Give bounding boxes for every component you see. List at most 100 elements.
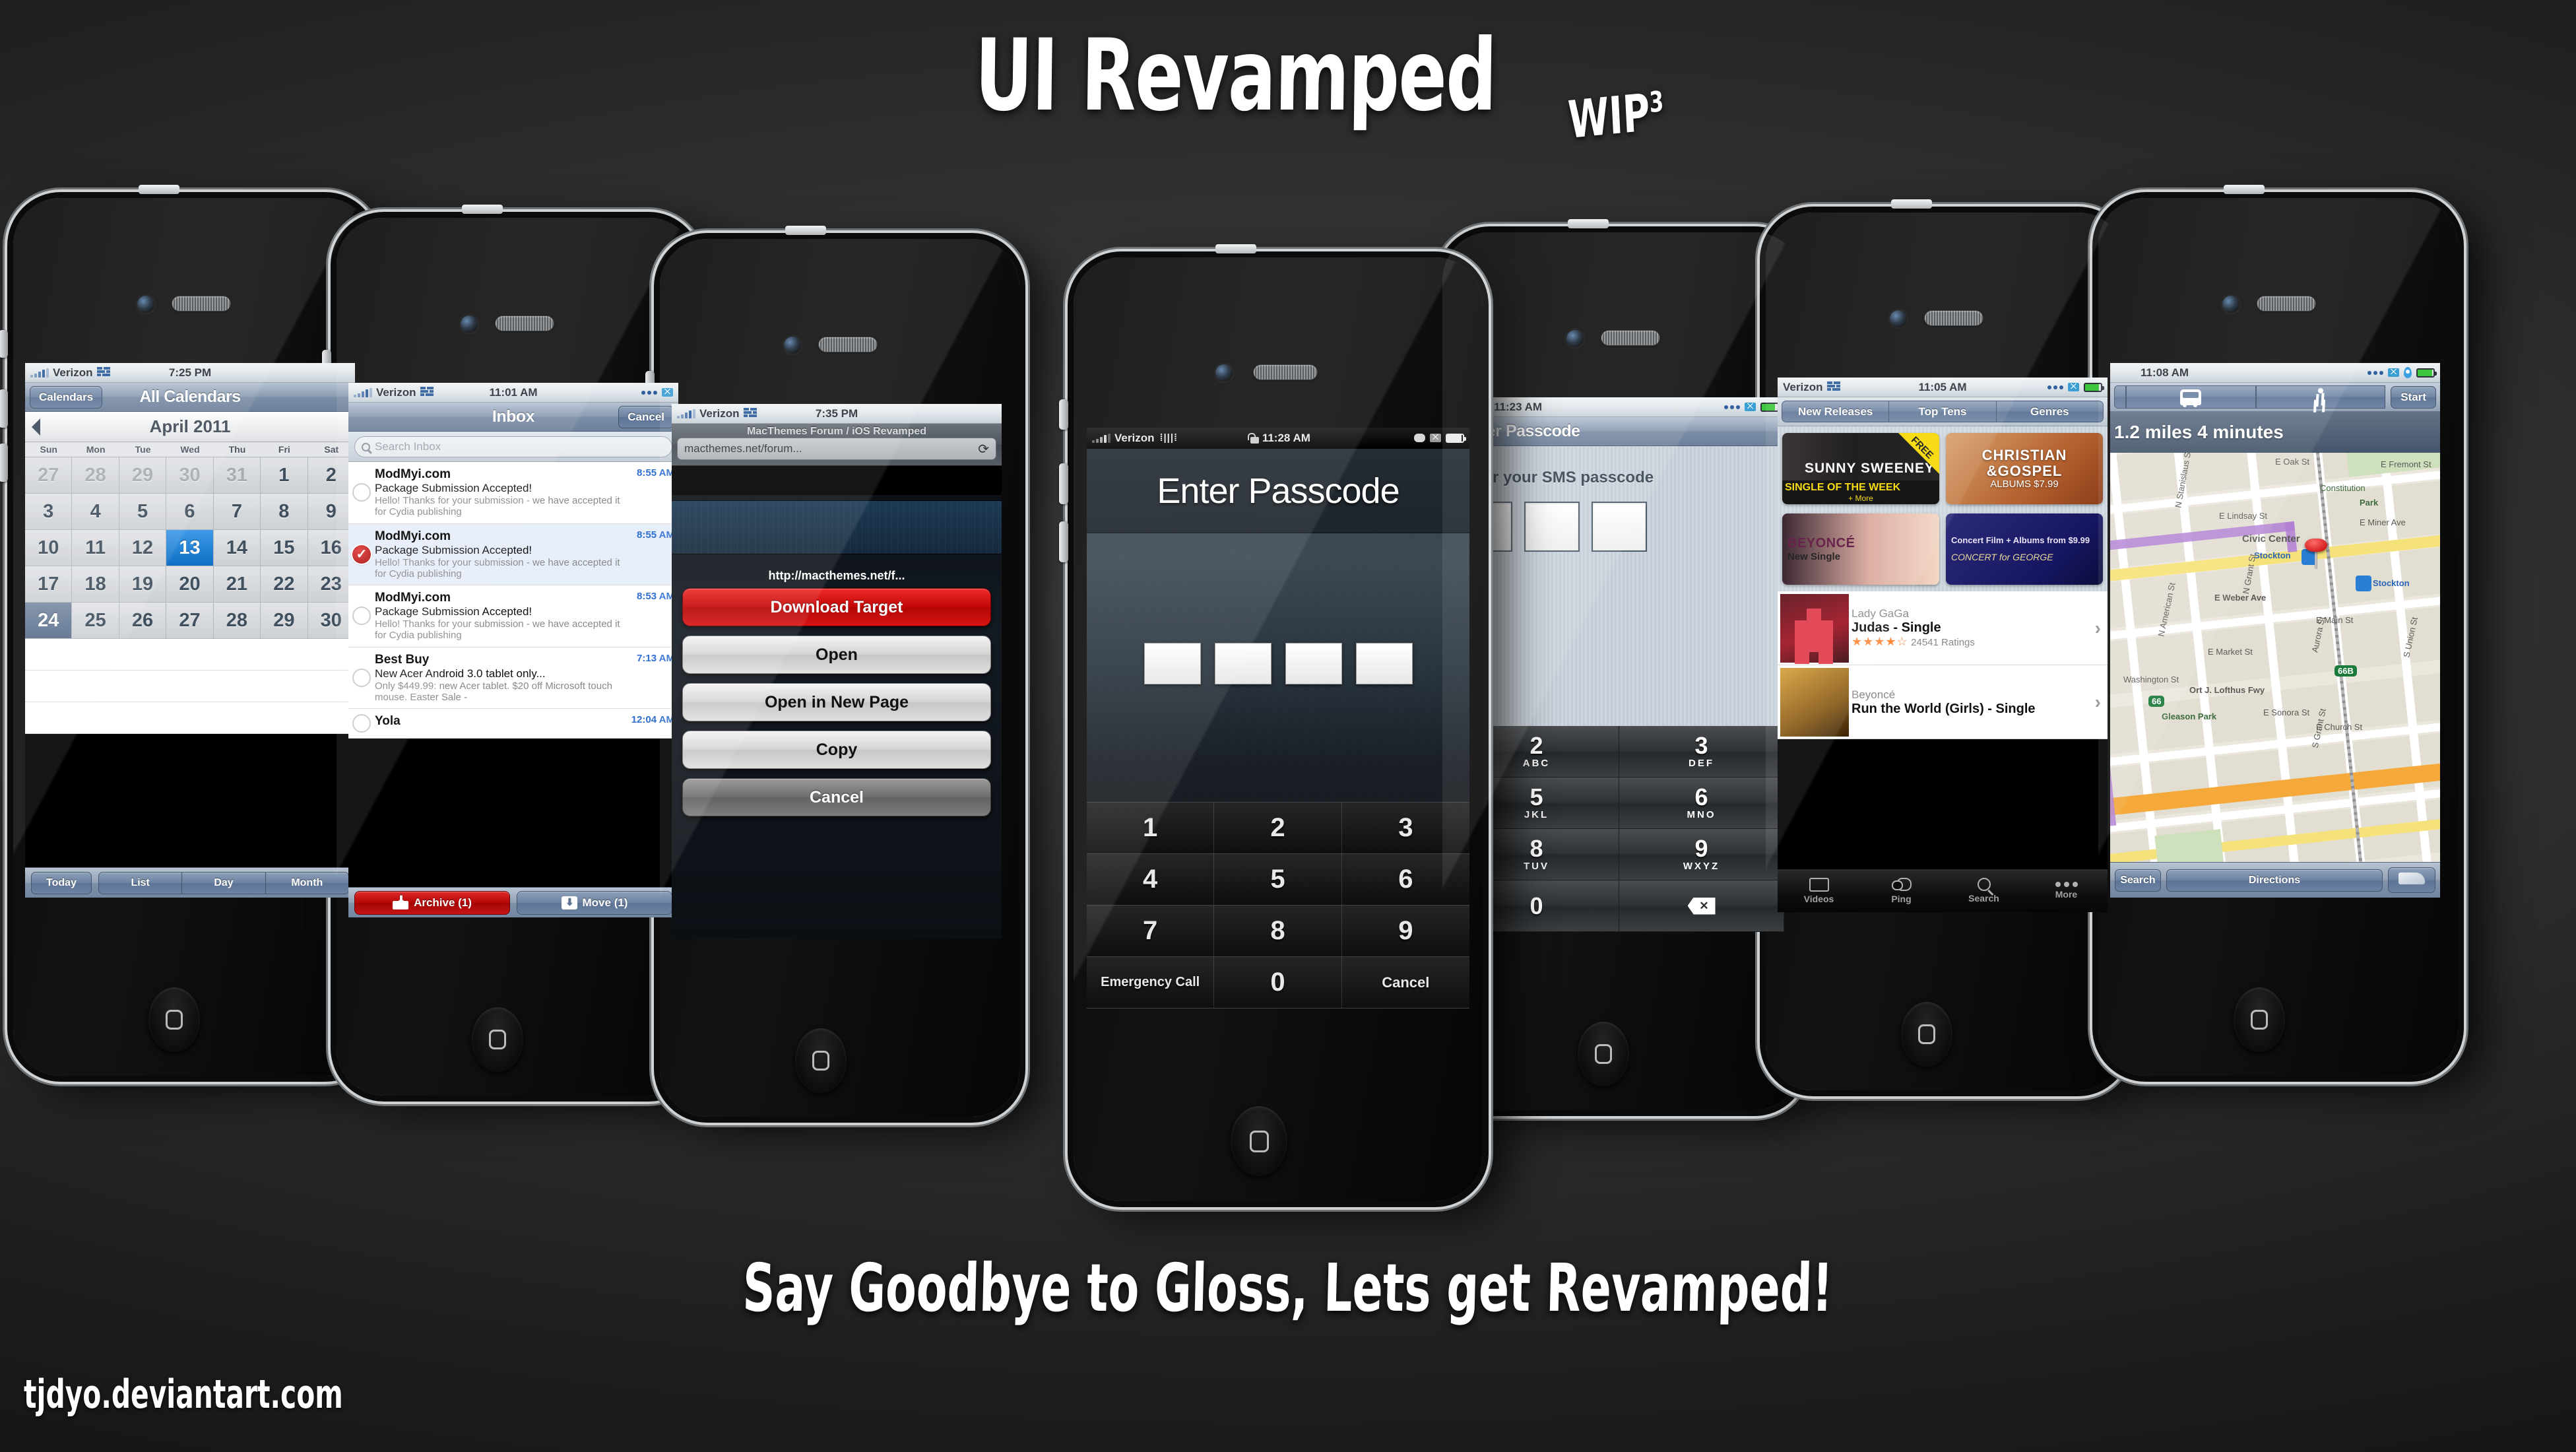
- tab-ping[interactable]: Ping: [1860, 869, 1943, 912]
- unchecked-icon[interactable]: [352, 607, 371, 626]
- keypad-key-8[interactable]: 8: [1214, 906, 1342, 957]
- unchecked-icon[interactable]: [352, 668, 371, 687]
- passcode-field-row[interactable]: [1087, 624, 1469, 700]
- list-item[interactable]: Beyoncé Run the World (Girls) - Single ›: [1778, 665, 2108, 739]
- passcode-digit-box[interactable]: [1355, 643, 1413, 684]
- sms-field-row[interactable]: [1454, 487, 1784, 552]
- tab-videos[interactable]: Videos: [1778, 869, 1860, 912]
- calendar-day-cell[interactable]: 15: [261, 530, 308, 566]
- cancel-button[interactable]: Cancel: [618, 405, 674, 428]
- sms-keypad[interactable]: 2 ABC 3 DEF 5 JKL 6 MNO 8 TUV 9 WXYZ 0: [1454, 726, 1784, 932]
- calendar-day-cell[interactable]: 1: [261, 457, 308, 494]
- keypad-key-5[interactable]: 5: [1214, 854, 1342, 906]
- calendar-day-cell[interactable]: 7: [213, 494, 261, 530]
- mail-row[interactable]: ModMyi.comPackage Submission Accepted!He…: [348, 462, 678, 524]
- calendar-day-cell[interactable]: 3: [25, 494, 73, 530]
- keypad-key-3[interactable]: 3 DEF: [1619, 726, 1784, 777]
- open-button[interactable]: Open: [682, 636, 991, 674]
- itunes-song-list[interactable]: Lady GaGa Judas - Single ★★★★☆ 24541 Rat…: [1778, 591, 2108, 739]
- directions-button[interactable]: Directions: [2166, 869, 2383, 892]
- calendar-day-cell[interactable]: 27: [25, 457, 73, 494]
- calendar-day-cell[interactable]: 19: [119, 566, 167, 603]
- sms-digit-box[interactable]: [1592, 502, 1647, 552]
- calendar-day-cell[interactable]: 29: [261, 603, 308, 639]
- page-curl-button[interactable]: [2388, 867, 2435, 893]
- copy-button[interactable]: Copy: [682, 731, 991, 769]
- passcode-digit-box[interactable]: [1285, 643, 1342, 684]
- keypad-key-9[interactable]: 9: [1341, 906, 1469, 957]
- search-button[interactable]: Search: [2115, 869, 2161, 892]
- calendar-day-cell[interactable]: 28: [213, 603, 261, 639]
- keypad-key-6[interactable]: 6: [1341, 854, 1469, 906]
- mode-transit-button[interactable]: [2126, 385, 2256, 409]
- archive-button[interactable]: Archive (1): [354, 890, 510, 915]
- home-button[interactable]: [472, 1007, 523, 1072]
- keypad-key-3[interactable]: 3: [1341, 803, 1469, 854]
- keypad-key-0[interactable]: 0: [1214, 957, 1342, 1008]
- mode-walk-button[interactable]: [2255, 385, 2386, 409]
- download-target-button[interactable]: Download Target: [682, 588, 991, 626]
- start-button[interactable]: Start: [2391, 385, 2437, 409]
- open-in-new-page-button[interactable]: Open in New Page: [682, 683, 991, 721]
- tab-new-releases[interactable]: New Releases: [1782, 401, 1890, 422]
- home-button[interactable]: [1578, 1022, 1629, 1086]
- calendar-day-cell[interactable]: 5: [119, 494, 167, 530]
- unchecked-icon[interactable]: [352, 483, 371, 502]
- calendar-day-cell[interactable]: 4: [72, 494, 119, 530]
- keypad-key-1[interactable]: 1: [1087, 803, 1215, 854]
- mode-car-button[interactable]: [2114, 385, 2126, 409]
- volume-up-button[interactable]: [1059, 463, 1068, 504]
- calendar-day-cell[interactable]: 21: [213, 566, 261, 603]
- calendar-day-cell[interactable]: 8: [261, 494, 308, 530]
- passcode-digit-box[interactable]: [1214, 643, 1272, 684]
- calendar-day-cell[interactable]: 12: [119, 530, 167, 566]
- promo-card[interactable]: CHRISTIAN &GOSPEL ALBUMS $7.99: [1946, 433, 2103, 504]
- calendar-day-cell[interactable]: 6: [166, 494, 214, 530]
- mail-row[interactable]: ModMyi.comPackage Submission Accepted!He…: [348, 523, 678, 585]
- itunes-segmented-control[interactable]: New Releases Top Tens Genres: [1778, 397, 2108, 426]
- delete-key[interactable]: [1619, 880, 1784, 932]
- calendar-day-cell[interactable]: 26: [119, 603, 167, 639]
- keypad-key-6[interactable]: 6 MNO: [1619, 777, 1784, 829]
- silent-switch[interactable]: [1059, 399, 1068, 430]
- tab-search[interactable]: Search: [1943, 869, 2025, 912]
- search-input[interactable]: Search Inbox: [354, 436, 672, 457]
- maps-mode-bar[interactable]: Start: [2110, 383, 2440, 412]
- cancel-button[interactable]: Cancel: [682, 778, 991, 816]
- home-button[interactable]: [1231, 1106, 1287, 1176]
- calendar-day-cell[interactable]: 31: [213, 457, 261, 494]
- mail-row[interactable]: Best Buy New Acer Android 3.0 tablet only…: [348, 647, 678, 709]
- url-input[interactable]: macthemes.net/forum... ⟳: [677, 438, 996, 460]
- emergency-call-button[interactable]: Emergency Call: [1087, 957, 1215, 1008]
- passcode-digit-box[interactable]: [1143, 643, 1201, 684]
- calendar-day-cell[interactable]: 29: [119, 457, 167, 494]
- mail-message-list[interactable]: ModMyi.com Package Submission Accepted! He…: [348, 462, 678, 739]
- unchecked-icon[interactable]: [352, 714, 371, 733]
- home-button[interactable]: [1901, 1002, 1952, 1067]
- calendar-day-cell[interactable]: 10: [25, 530, 73, 566]
- home-button[interactable]: [148, 987, 200, 1052]
- calendar-day-cell[interactable]: 17: [25, 566, 73, 603]
- sms-digit-box[interactable]: [1524, 502, 1580, 552]
- silent-switch[interactable]: [0, 330, 8, 358]
- volume-down-button[interactable]: [1059, 521, 1068, 562]
- checked-icon[interactable]: [352, 544, 371, 564]
- home-button[interactable]: [2234, 987, 2285, 1052]
- day-view-button[interactable]: Day: [182, 871, 266, 894]
- mail-row[interactable]: Yola 12:04 AM: [348, 709, 678, 739]
- keypad-key-4[interactable]: 4: [1087, 854, 1215, 906]
- tab-genres[interactable]: Genres: [1996, 401, 2104, 422]
- keypad-key-7[interactable]: 7: [1087, 906, 1215, 957]
- reload-icon[interactable]: ⟳: [978, 441, 989, 457]
- calendars-back-button[interactable]: Calendars: [30, 385, 103, 409]
- promo-card[interactable]: Concert Film + Albums from $9.99 CONCERT…: [1946, 513, 2103, 585]
- calendar-day-cell[interactable]: 25: [72, 603, 119, 639]
- promo-card[interactable]: BEYONCÉ New Single: [1782, 513, 1939, 585]
- promo-card[interactable]: FREE SUNNY SWEENEY SINGLE OF THE WEEK + …: [1782, 433, 1939, 504]
- keypad-key-9[interactable]: 9 WXYZ: [1619, 829, 1784, 880]
- today-button[interactable]: Today: [31, 871, 92, 894]
- list-item[interactable]: Lady GaGa Judas - Single ★★★★☆ 24541 Rat…: [1778, 591, 2108, 665]
- move-button[interactable]: Move (1): [517, 890, 672, 915]
- list-view-button[interactable]: List: [98, 871, 183, 894]
- calendar-day-cell[interactable]: 24: [25, 603, 73, 639]
